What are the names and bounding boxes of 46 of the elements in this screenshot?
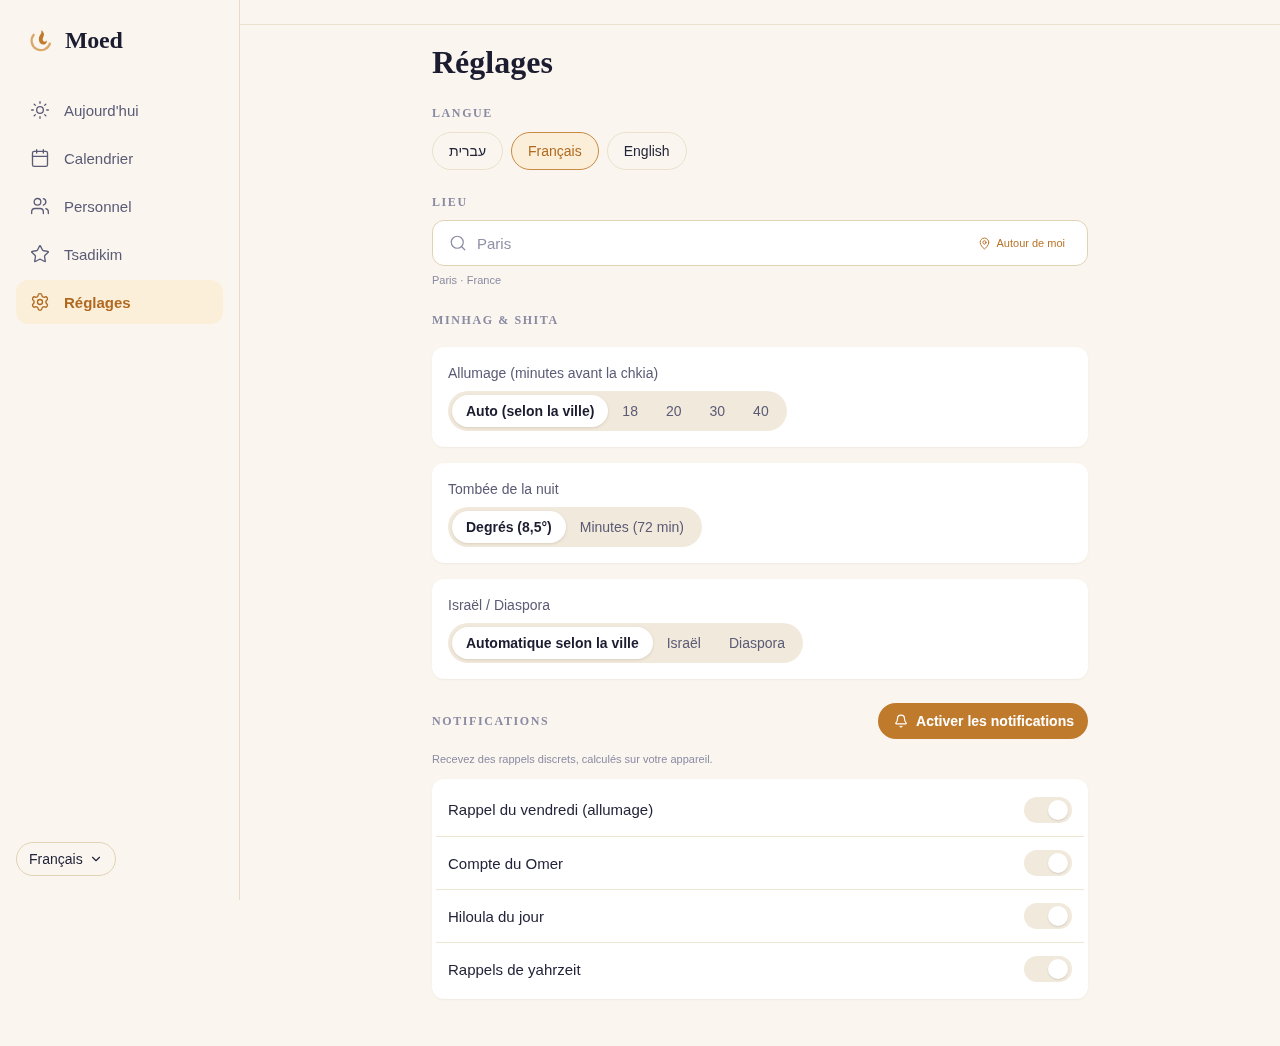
star-icon — [30, 244, 50, 264]
segment-option[interactable]: 18 — [608, 395, 652, 427]
language-select[interactable]: Français — [16, 842, 116, 876]
toggle-label: Hiloula du jour — [448, 907, 544, 925]
nearby-location-button[interactable]: Autour de moi — [977, 236, 1065, 250]
segment-option[interactable]: 20 — [651, 395, 696, 427]
segment-option[interactable]: 40 — [739, 395, 783, 427]
segment-option[interactable]: Diaspora — [714, 627, 799, 659]
setting-label: Tombée de la nuit — [448, 480, 560, 499]
segment-option[interactable]: Auto (selon la ville) — [452, 395, 609, 427]
segment-option[interactable]: 30 — [695, 395, 740, 427]
nav-item[interactable]: Calendrier — [16, 136, 223, 180]
language-option[interactable]: English — [606, 132, 687, 170]
selected-place-text: Paris · France — [432, 273, 503, 287]
segment-option[interactable]: Israël — [652, 627, 715, 659]
section-heading: LANGUE — [432, 105, 494, 121]
flame-logo-icon — [28, 27, 53, 53]
segment-option[interactable]: Degrés (8,5°) — [452, 511, 566, 543]
language-option[interactable]: עברית — [432, 132, 504, 170]
toggle-label: Rappels de yahrzeit — [448, 960, 581, 978]
setting-label: Israël / Diaspora — [448, 596, 551, 615]
calendar-icon — [30, 148, 50, 168]
section-heading: NOTIFICATIONS — [432, 713, 550, 729]
nav-item[interactable]: Personnel — [16, 184, 223, 228]
search-icon — [449, 234, 467, 252]
section-heading: LIEU — [432, 194, 469, 210]
people-icon — [30, 196, 50, 216]
segment-option[interactable]: Minutes (72 min) — [565, 511, 698, 543]
toggle-label: Compte du Omer — [448, 854, 564, 872]
map-pin-icon — [977, 236, 991, 250]
nav-item[interactable]: Aujourd'hui — [16, 88, 223, 132]
enable-notifications-button[interactable]: Activer les notifications — [878, 703, 1088, 739]
sun-icon — [30, 100, 50, 120]
location-search-field[interactable]: Paris Autour de moi — [432, 220, 1088, 266]
bell-icon — [894, 714, 909, 728]
setting-label: Allumage (minutes avant la chkia) — [448, 364, 660, 383]
language-option[interactable]: Français — [511, 132, 599, 170]
notifications-description: Recevez des rappels discrets, calculés sur votre appareil. — [432, 752, 714, 766]
nav-item[interactable]: Tsadikim — [16, 232, 223, 276]
toggle-label: Rappel du vendredi (allumage) — [448, 801, 654, 818]
brand-name: Moed — [65, 26, 123, 54]
settings-icon — [30, 292, 50, 312]
section-heading: MINHAG & SHITA — [432, 312, 560, 328]
segment-option[interactable]: Automatique selon la ville — [452, 627, 653, 659]
page-title: Réglages — [432, 43, 554, 82]
nav-item[interactable]: Réglages — [16, 280, 223, 324]
